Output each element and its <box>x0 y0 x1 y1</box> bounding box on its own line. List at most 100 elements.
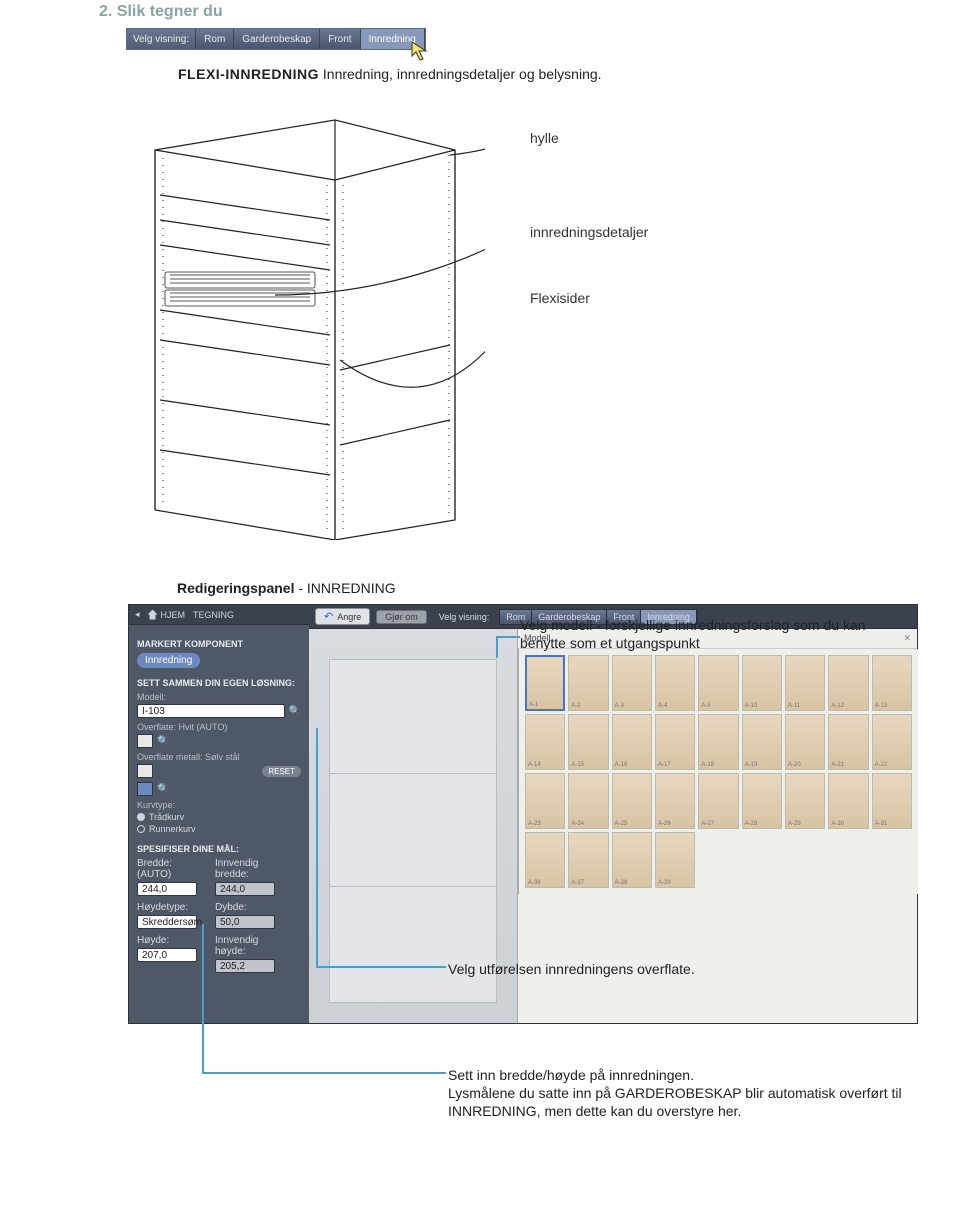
overflate-swatch[interactable] <box>137 734 153 748</box>
gallery-thumb-label: A-26 <box>658 821 671 827</box>
gallery-thumb[interactable]: A-18 <box>698 714 738 770</box>
gallery-thumb-label: A-28 <box>745 821 758 827</box>
metall-swatch-alt[interactable] <box>137 782 153 796</box>
gallery-thumb[interactable]: A-26 <box>655 773 695 829</box>
gallery-thumb-label: A-37 <box>571 880 584 886</box>
gallery-thumb[interactable]: A-5 <box>698 655 738 711</box>
gallery-thumb[interactable]: A-30 <box>828 773 868 829</box>
tab-garderobeskap[interactable]: Garderobeskap <box>234 29 320 49</box>
nav-home[interactable]: HJEM <box>148 609 186 620</box>
gallery-thumb-label: A-39 <box>658 880 671 886</box>
undo-icon: ↶ <box>324 610 333 623</box>
nav-prev-icon[interactable]: ◂ <box>135 609 140 620</box>
gallery-thumb-label: A-24 <box>571 821 584 827</box>
gallery-thumb[interactable]: A-19 <box>742 714 782 770</box>
view-toolbar: Velg visning: Rom Garderobeskap Front In… <box>126 28 426 50</box>
gallery-thumb-label: A-25 <box>615 821 628 827</box>
gallery-thumb[interactable]: A-10 <box>742 655 782 711</box>
gallery-thumb[interactable]: A-3 <box>612 655 652 711</box>
gallery-thumb[interactable]: A-29 <box>785 773 825 829</box>
gallery-thumb[interactable]: A-4 <box>655 655 695 711</box>
reset-button[interactable]: RESET <box>262 766 301 777</box>
kurvtype-label: Kurvtype: <box>137 800 301 810</box>
gallery-thumb[interactable]: A-28 <box>742 773 782 829</box>
note-dims: Sett inn bredde/høyde på innredningen. L… <box>448 1066 918 1121</box>
gallery-thumb[interactable]: A-25 <box>612 773 652 829</box>
gallery-thumb[interactable]: A-2 <box>568 655 608 711</box>
dybde-label: Dybde: <box>215 902 287 913</box>
radio-dot-icon <box>137 825 145 833</box>
gallery-thumb[interactable]: A-24 <box>568 773 608 829</box>
gallery-thumb-label: A-38 <box>615 880 628 886</box>
gallery-thumb[interactable]: A-1 <box>525 655 565 711</box>
search-icon[interactable]: 🔍 <box>157 784 169 795</box>
redo-label: Gjør om <box>385 612 418 622</box>
gallery-thumb-label: A-1 <box>529 702 538 708</box>
gallery-thumb[interactable]: A-20 <box>785 714 825 770</box>
hoydetype-input[interactable]: Skreddersøm <box>137 915 197 929</box>
undo-button[interactable]: ↶ Angre <box>315 608 370 625</box>
gallery-thumb[interactable]: A-38 <box>612 832 652 888</box>
component-pill[interactable]: Innredning <box>137 653 200 668</box>
edit-panel-sidebar: ◂ HJEM TEGNING MARKERT KOMPONENT Innredn… <box>129 605 309 1023</box>
gallery-thumb[interactable]: A-15 <box>568 714 608 770</box>
gallery-thumb-label: A-15 <box>571 762 584 768</box>
gallery-thumb[interactable]: A-37 <box>568 832 608 888</box>
section-spesifiser: SPESIFISER DINE MÅL: <box>137 844 301 854</box>
nav-home-label: HJEM <box>161 610 186 620</box>
gallery-thumb-label: A-13 <box>875 703 888 709</box>
radio-label: Runnerkurv <box>149 824 196 834</box>
redo-button[interactable]: Gjør om <box>376 610 427 624</box>
radio-label: Trådkurv <box>149 812 184 822</box>
close-icon[interactable]: ✕ <box>903 633 911 644</box>
innv-hoyde-label: Innvendig høyde: <box>215 935 287 957</box>
gallery-thumb-label: A-30 <box>831 821 844 827</box>
search-icon[interactable]: 🔍 <box>157 736 169 747</box>
radio-tradkurv[interactable]: Trådkurv <box>137 812 301 822</box>
note-surface: Velg utførelsen innredningens overflate. <box>448 960 695 978</box>
nav-tegning[interactable]: TEGNING <box>193 609 234 620</box>
gallery-thumb[interactable]: A-23 <box>525 773 565 829</box>
innv-bredde-label: Innvendig bredde: <box>215 858 287 880</box>
leader-line <box>202 1072 446 1074</box>
bredde-input[interactable]: 244,0 <box>137 882 197 896</box>
gallery-thumb-label: A-29 <box>788 821 801 827</box>
leader-line <box>202 924 204 1074</box>
gallery-thumb[interactable]: A-12 <box>828 655 868 711</box>
gallery-thumb[interactable]: A-11 <box>785 655 825 711</box>
gallery-thumb-label: A-18 <box>701 762 714 768</box>
view-toolbar-label: Velg visning: <box>127 29 196 49</box>
gallery-thumb[interactable]: A-39 <box>655 832 695 888</box>
undo-label: Angre <box>337 612 361 622</box>
gallery-thumb[interactable]: A-13 <box>872 655 912 711</box>
search-icon[interactable]: 🔍 <box>289 706 301 717</box>
metall-swatch[interactable] <box>137 764 153 778</box>
modell-label: Modell: <box>137 692 301 702</box>
overflate-metall-label: Overflate metall: Sølv stål <box>137 752 301 762</box>
edit-panel-header: ◂ HJEM TEGNING <box>129 605 309 625</box>
gallery-thumb[interactable]: A-21 <box>828 714 868 770</box>
gallery-thumb[interactable]: A-14 <box>525 714 565 770</box>
wardrobe-illustration <box>135 100 485 540</box>
gallery-thumb[interactable]: A-31 <box>872 773 912 829</box>
radio-runnerkurv[interactable]: Runnerkurv <box>137 824 301 834</box>
gallery-thumb-label: A-36 <box>528 880 541 886</box>
hoyde-input[interactable]: 207,0 <box>137 948 197 962</box>
gallery-thumb-label: A-12 <box>831 703 844 709</box>
leader-line <box>496 636 498 658</box>
tab-rom[interactable]: Rom <box>196 29 234 49</box>
tab-front[interactable]: Front <box>320 29 360 49</box>
panel-title-rest: - INNREDNING <box>294 580 395 596</box>
gallery-thumb[interactable]: A-17 <box>655 714 695 770</box>
gallery-thumb[interactable]: A-36 <box>525 832 565 888</box>
gallery-thumb[interactable]: A-27 <box>698 773 738 829</box>
callout-flexisider: Flexisider <box>530 290 590 306</box>
velg-visning-label: Velg visning: <box>439 612 490 622</box>
viewport-shelves <box>329 659 497 1003</box>
gallery-thumb-label: A-17 <box>658 762 671 768</box>
gallery-thumb-label: A-3 <box>615 703 624 709</box>
gallery-thumb[interactable]: A-16 <box>612 714 652 770</box>
gallery-thumb[interactable]: A-22 <box>872 714 912 770</box>
gallery-thumb-label: A-16 <box>615 762 628 768</box>
modell-input[interactable]: I-103 <box>137 704 285 718</box>
